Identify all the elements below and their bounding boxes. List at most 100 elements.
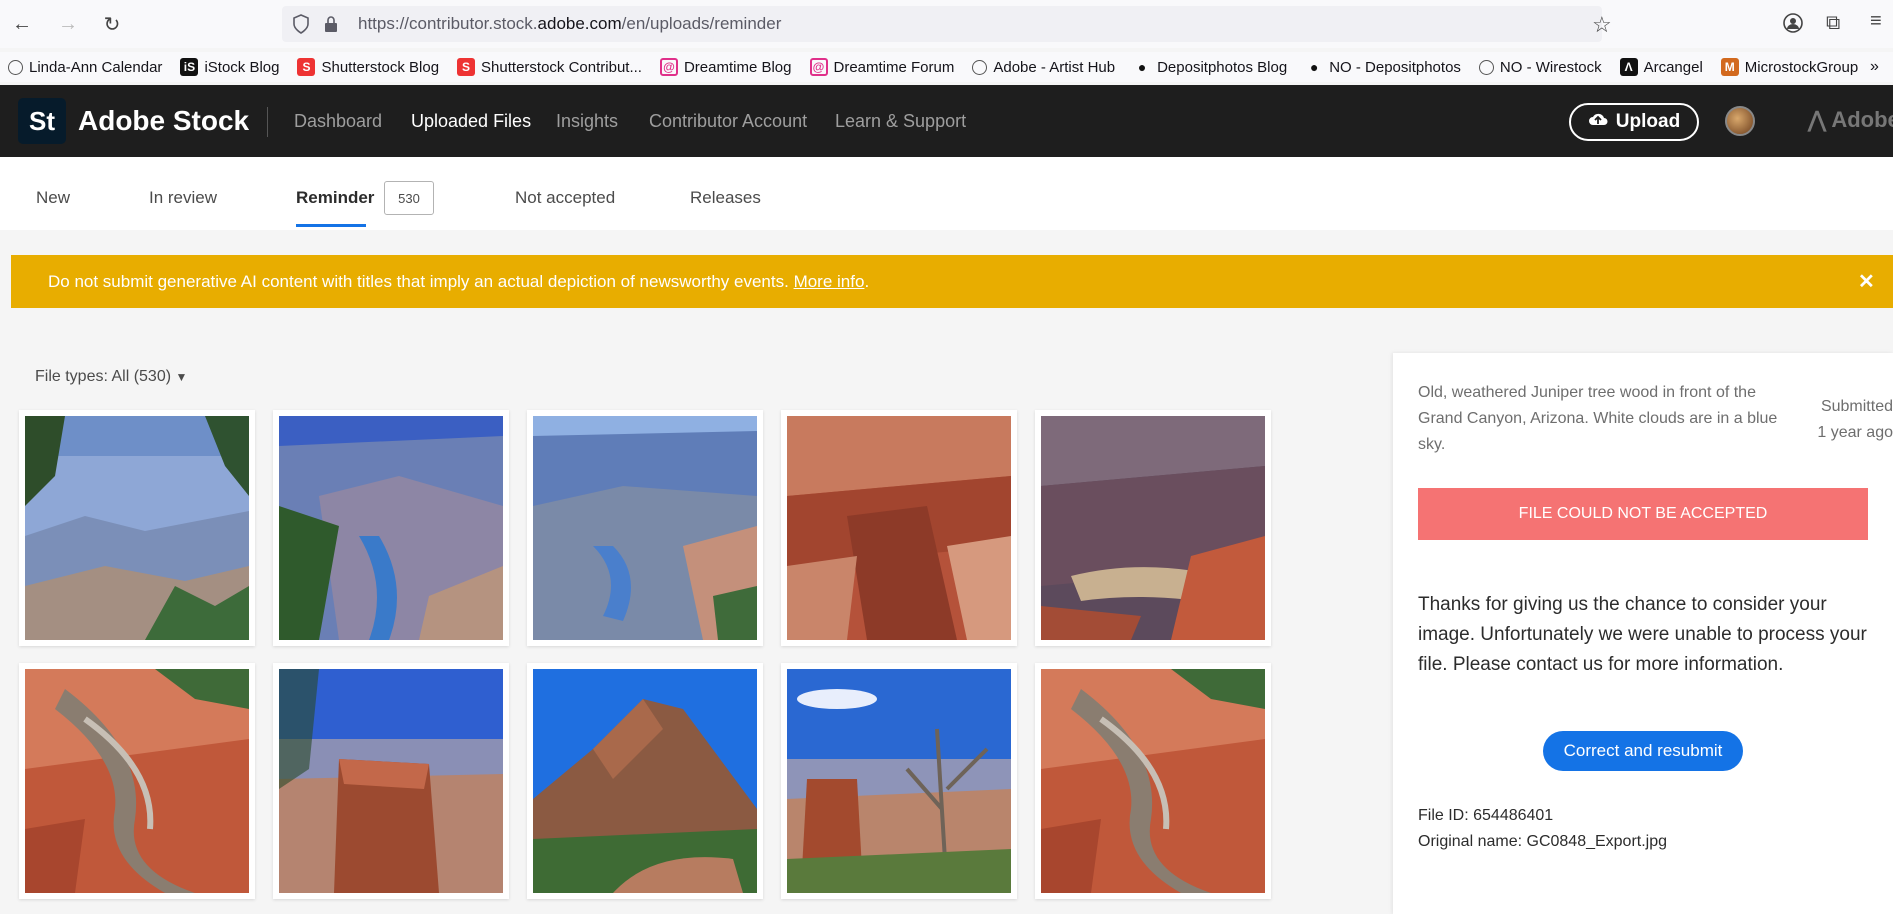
globe-icon	[1478, 59, 1494, 75]
shutterstock-icon: S	[457, 58, 476, 76]
file-detail-panel: Old, weathered Juniper tree wood in fron…	[1393, 353, 1893, 914]
bookmark-item[interactable]: M MicrostockGroup	[1720, 58, 1859, 76]
submitted-info: Submitted 1 year ago	[1793, 394, 1893, 446]
thumbnail[interactable]	[19, 663, 255, 899]
bookmark-label: Shutterstock Blog	[321, 58, 440, 76]
bookmark-label: Shutterstock Contribut...	[481, 58, 642, 76]
adobe-logo[interactable]: ⋀ Adobe	[1808, 107, 1893, 133]
nav-dashboard[interactable]: Dashboard	[294, 111, 382, 132]
lock-icon[interactable]	[324, 15, 338, 38]
status-tabs: New In review Reminder 530 Not accepted …	[0, 157, 1893, 230]
more-bookmarks-icon[interactable]: »	[1870, 58, 1879, 76]
dreamstime-icon: @	[809, 58, 828, 76]
nav-uploaded-files[interactable]: Uploaded Files	[411, 111, 531, 132]
bookmark-item[interactable]: NO - Wirestock	[1478, 58, 1602, 76]
active-tab-indicator	[296, 224, 366, 227]
bookmark-item[interactable]: Adobe - Artist Hub	[972, 59, 1115, 76]
adobe-stock-logo[interactable]: St	[18, 98, 66, 144]
bookmark-label: Adobe - Artist Hub	[993, 58, 1116, 76]
brand-name[interactable]: Adobe Stock	[78, 105, 249, 137]
url-text: https://contributor.stock.adobe.com/en/u…	[358, 14, 782, 33]
bookmark-label: Dreamtime Forum	[833, 58, 955, 76]
bookmark-item[interactable]: S Shutterstock Contribut...	[457, 58, 642, 76]
more-info-link[interactable]: More info	[794, 272, 865, 291]
thumbnail[interactable]	[19, 410, 255, 646]
bookmark-label: Dreamtime Blog	[683, 58, 792, 76]
tab-releases[interactable]: Releases	[690, 188, 761, 208]
canyon-photo	[533, 669, 757, 893]
back-icon[interactable]: ←	[8, 10, 36, 38]
submitted-time: 1 year ago	[1817, 424, 1893, 441]
bookmark-item[interactable]: ● NO - Depositphotos	[1305, 58, 1461, 76]
adobe-icon: ⋀	[1808, 107, 1832, 132]
bookmark-item[interactable]: @ Dreamtime Forum	[809, 58, 955, 76]
bookmark-item[interactable]: ● Depositphotos Blog	[1133, 58, 1287, 76]
file-title: Old, weathered Juniper tree wood in fron…	[1418, 384, 1778, 453]
nav-learn-support[interactable]: Learn & Support	[835, 111, 966, 132]
rejection-status: FILE COULD NOT BE ACCEPTED	[1418, 488, 1868, 540]
juniper-photo	[25, 669, 249, 893]
upload-label: Upload	[1615, 111, 1681, 132]
nav-insights[interactable]: Insights	[556, 111, 618, 132]
tab-in-review[interactable]: In review	[149, 188, 217, 208]
canyon-photo	[25, 416, 249, 640]
upload-button[interactable]: Upload	[1569, 103, 1699, 141]
bookmark-label: NO - Wirestock	[1499, 58, 1602, 76]
address-bar[interactable]: https://contributor.stock.adobe.com/en/u…	[282, 6, 1612, 42]
reload-icon[interactable]: ↻	[98, 10, 126, 38]
tab-reminder[interactable]: Reminder	[296, 188, 374, 208]
filter-label: File types: All (530)	[35, 368, 172, 385]
thumbnail[interactable]	[273, 663, 509, 899]
thumbnail[interactable]	[781, 410, 1017, 646]
banner-suffix: .	[864, 271, 870, 291]
bookmark-item[interactable]: @ Dreamtime Blog	[659, 58, 792, 76]
correct-resubmit-button[interactable]: Correct and resubmit	[1543, 731, 1743, 771]
extensions-icon[interactable]: ⧉	[1826, 12, 1840, 35]
original-name: Original name: GC0848_Export.jpg	[1418, 833, 1668, 850]
thumbnail[interactable]	[273, 410, 509, 646]
canyon-photo	[787, 669, 1011, 894]
bookmark-label: iStock Blog	[204, 58, 280, 76]
star-icon[interactable]: ☆	[1592, 12, 1612, 38]
shield-icon[interactable]	[292, 14, 310, 39]
chevron-down-icon: ▼	[175, 370, 188, 384]
bookmark-item[interactable]: Λ Arcangel	[1619, 58, 1703, 76]
tab-new[interactable]: New	[36, 188, 70, 208]
rejection-message: Thanks for giving us the chance to consi…	[1418, 594, 1867, 675]
submitted-label: Submitted	[1820, 398, 1893, 415]
depositphotos-icon: ●	[1309, 59, 1319, 75]
cloud-upload-icon	[1588, 111, 1608, 133]
account-icon[interactable]	[1782, 12, 1804, 39]
close-icon[interactable]: ✕	[1858, 269, 1875, 294]
avatar[interactable]	[1725, 106, 1755, 136]
istock-icon: iS	[180, 58, 199, 76]
bookmark-label: MicrostockGroup	[1744, 58, 1859, 76]
thumbnail[interactable]	[527, 410, 763, 646]
canyon-photo	[533, 416, 757, 640]
bookmarks-bar: Linda-Ann Calendar iS iStock Blog S Shutte…	[0, 52, 1893, 82]
menu-icon[interactable]: ≡	[1870, 10, 1882, 33]
reminder-count-badge: 530	[384, 181, 434, 215]
canyon-photo	[279, 416, 503, 640]
dreamstime-icon: @	[659, 58, 678, 76]
banner-message: Do not submit generative AI content with…	[48, 272, 869, 292]
tab-not-accepted[interactable]: Not accepted	[515, 188, 615, 208]
header-divider	[267, 107, 268, 137]
bookmark-item[interactable]: S Shutterstock Blog	[297, 58, 439, 76]
app-header: St Adobe Stock Dashboard Uploaded Files …	[0, 85, 1893, 157]
bookmark-item[interactable]: iS iStock Blog	[180, 58, 279, 76]
bookmark-item[interactable]: Linda-Ann Calendar	[8, 59, 162, 76]
thumbnail[interactable]	[527, 663, 763, 899]
depositphotos-icon: ●	[1137, 59, 1147, 75]
shutterstock-icon: S	[297, 58, 316, 76]
arcangel-icon: Λ	[1619, 58, 1638, 76]
thumbnail[interactable]	[1035, 663, 1271, 899]
nav-contributor-account[interactable]: Contributor Account	[649, 111, 807, 132]
adobe-label: Adobe	[1831, 107, 1893, 132]
file-type-filter[interactable]: File types: All (530) ▼	[35, 368, 187, 386]
forward-icon[interactable]: →	[54, 10, 82, 38]
thumbnail[interactable]	[781, 663, 1017, 899]
bookmark-label: Arcangel	[1643, 58, 1703, 76]
thumbnail[interactable]	[1035, 410, 1271, 646]
bookmark-label: Linda-Ann Calendar	[29, 58, 163, 76]
